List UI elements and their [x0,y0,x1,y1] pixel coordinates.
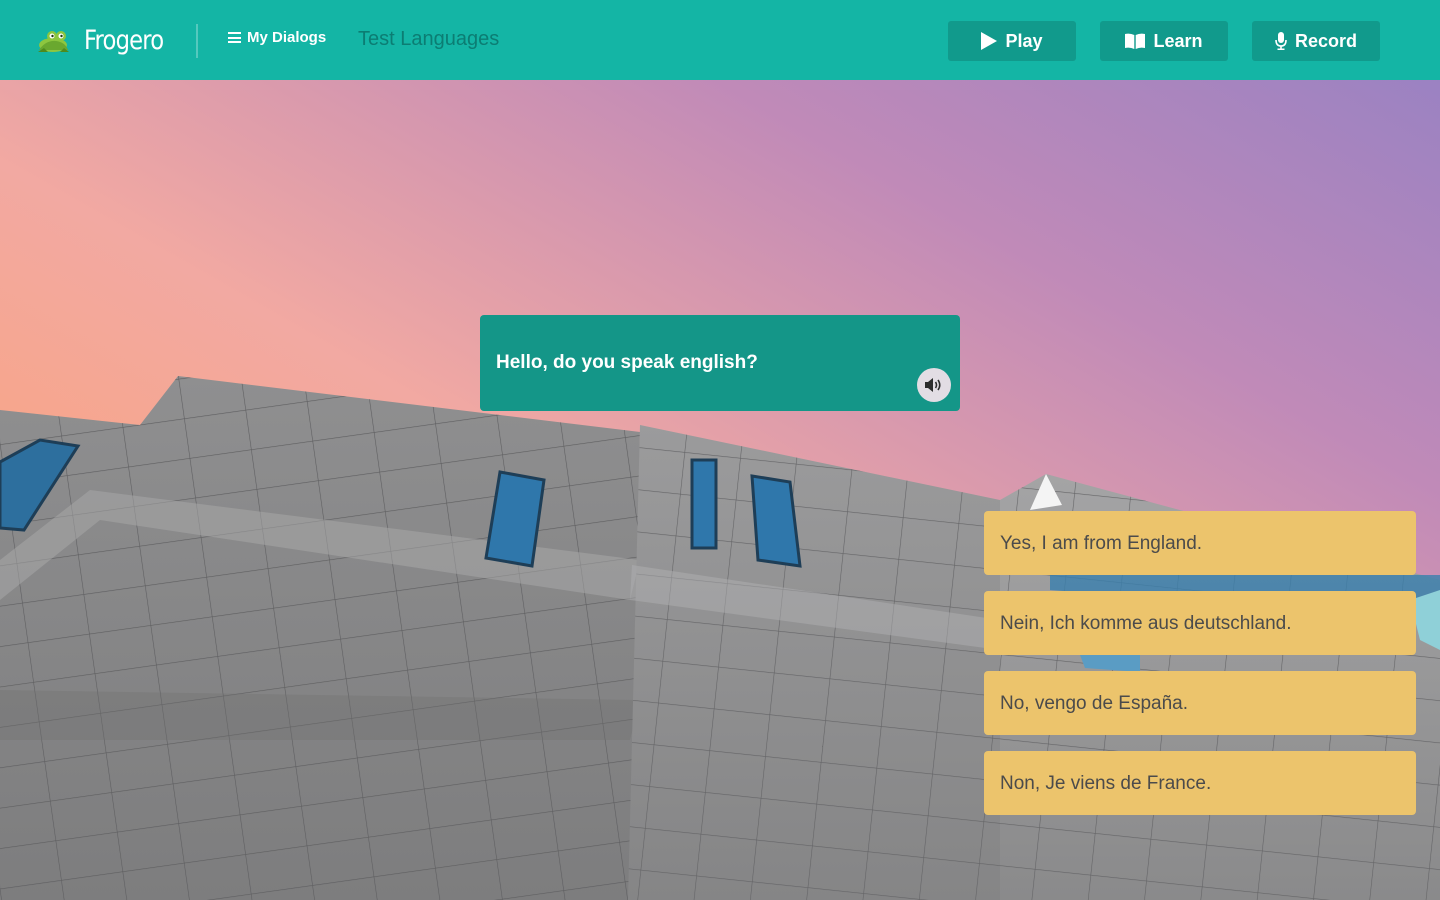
record-label: Record [1294,30,1357,51]
question-bubble: Hello, do you speak english? [480,315,960,411]
answer-option-label: Yes, I am from England. [1000,533,1203,554]
microphone-icon [1275,32,1287,50]
answer-option[interactable]: Yes, I am from England. [984,511,1416,575]
learn-label: Learn [1153,30,1203,51]
top-nav-bar: Frogero My Dialogs Test Languages Play L… [0,0,1440,80]
book-icon [1125,33,1146,49]
frog-logo-icon [38,31,69,52]
question-text: Hello, do you speak english? [496,352,758,373]
answer-option[interactable]: Non, Je viens de France. [984,751,1416,815]
brand-name: Frogero [84,25,164,56]
speaker-icon [925,378,941,392]
record-button[interactable]: Record [1252,21,1380,61]
play-audio-button[interactable] [917,368,951,402]
play-button[interactable]: Play [948,21,1076,61]
answer-option-label: No, vengo de España. [1000,693,1189,714]
answer-option[interactable]: Nein, Ich komme aus deutschland. [984,591,1416,655]
brand-logo[interactable]: Frogero [36,22,178,60]
play-label: Play [1005,30,1043,51]
learn-button[interactable]: Learn [1100,21,1228,61]
my-dialogs-link[interactable]: My Dialogs [228,29,326,46]
page-title: Test Languages [358,28,500,50]
answer-option[interactable]: No, vengo de España. [984,671,1416,735]
header-divider [196,24,198,58]
my-dialogs-label: My Dialogs [247,29,327,46]
answer-option-label: Nein, Ich komme aus deutschland. [1000,613,1292,634]
play-icon [981,32,998,50]
menu-icon [228,32,241,43]
answer-option-label: Non, Je viens de France. [1000,773,1212,794]
